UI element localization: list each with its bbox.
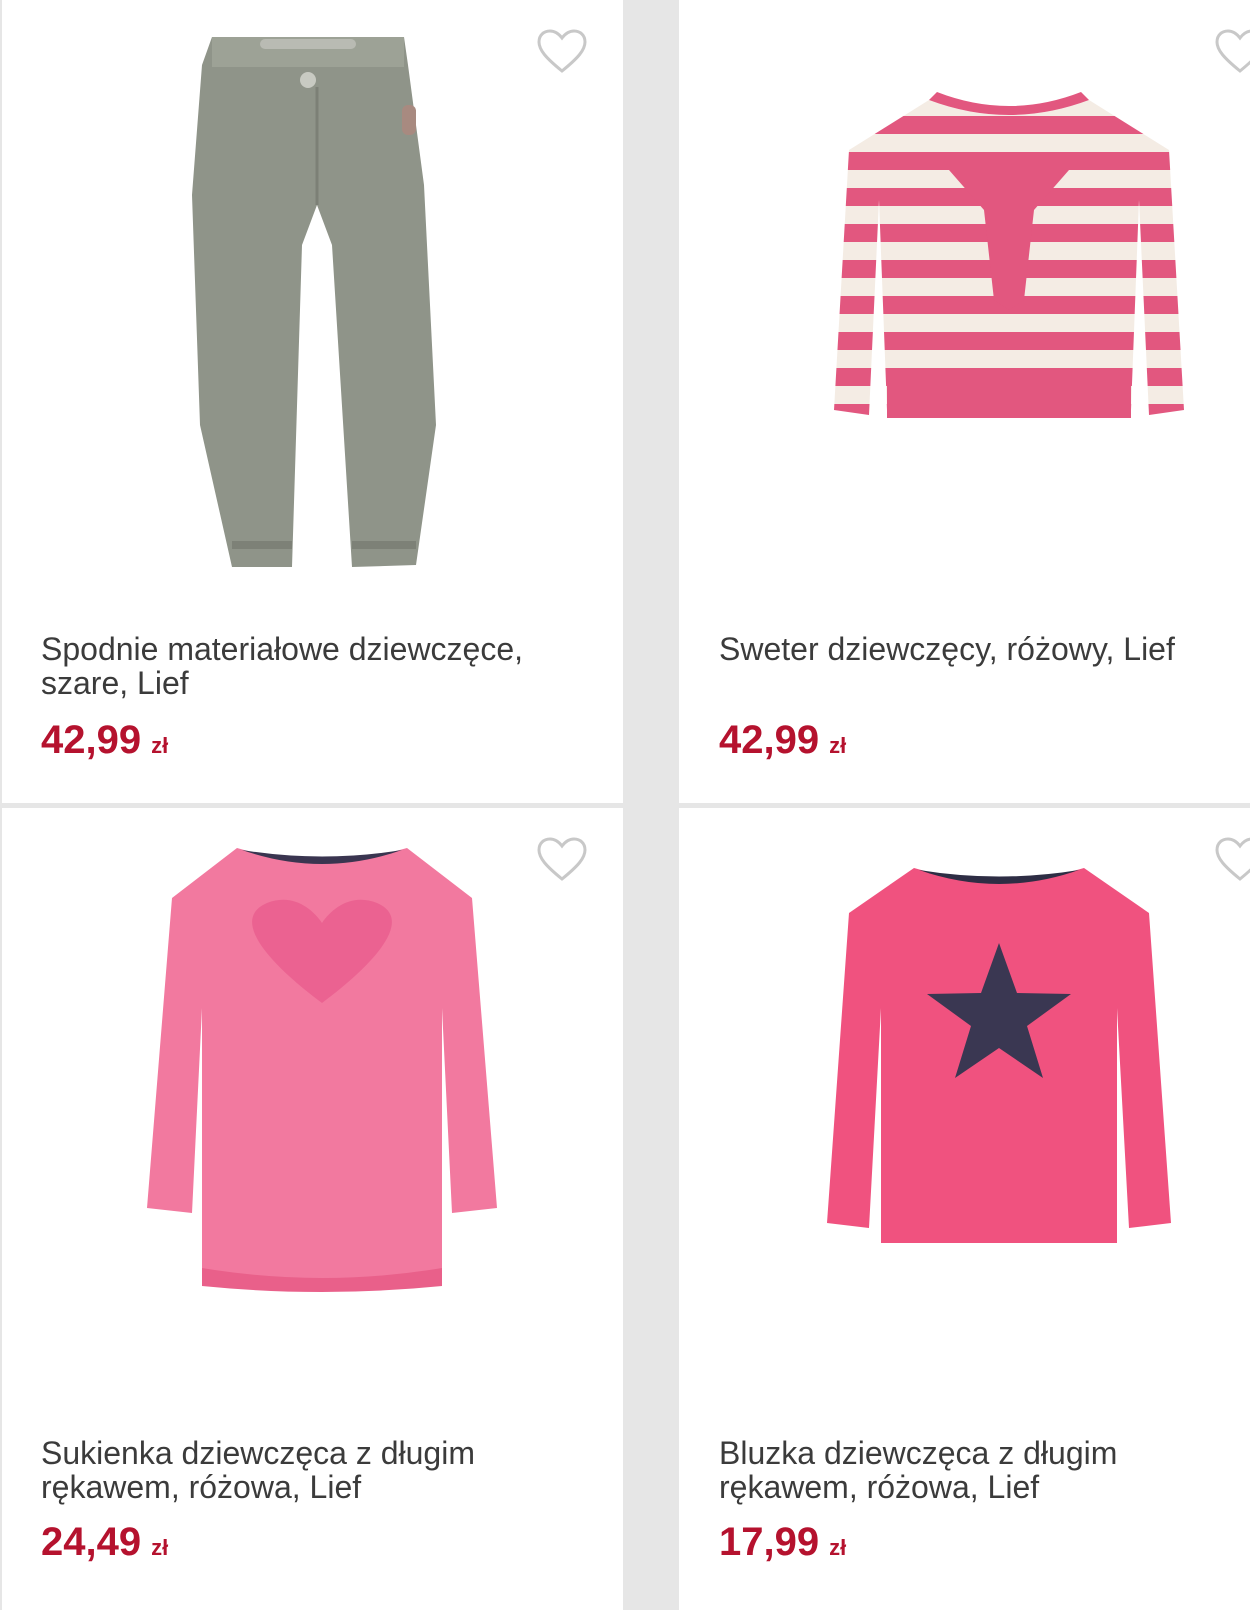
price-value: 42,99 bbox=[719, 718, 820, 762]
product-card[interactable]: Sweter dziewczęcy, różowy, Lief 42,99 zł bbox=[679, 0, 1250, 803]
product-title[interactable]: Sukienka dziewczęca z długim rękawem, ró… bbox=[41, 1436, 571, 1504]
product-image-sweater[interactable] bbox=[819, 80, 1199, 460]
price-currency: zł bbox=[151, 1535, 169, 1560]
heart-outline-icon[interactable] bbox=[1214, 28, 1250, 76]
price-value: 17,99 bbox=[719, 1520, 820, 1564]
price-value: 24,49 bbox=[41, 1520, 142, 1564]
product-image-dress[interactable] bbox=[122, 838, 522, 1298]
product-title[interactable]: Spodnie materiałowe dziewczęce, szare, L… bbox=[41, 632, 571, 700]
product-price: 42,99 zł bbox=[41, 718, 168, 768]
product-image-trousers[interactable] bbox=[172, 25, 462, 590]
product-card[interactable]: Sukienka dziewczęca z długim rękawem, ró… bbox=[2, 808, 623, 1610]
price-currency: zł bbox=[829, 733, 847, 758]
product-title[interactable]: Bluzka dziewczęca z długim rękawem, różo… bbox=[719, 1436, 1249, 1504]
product-title[interactable]: Sweter dziewczęcy, różowy, Lief bbox=[719, 632, 1249, 666]
heart-outline-icon[interactable] bbox=[536, 28, 588, 76]
product-price: 24,49 zł bbox=[41, 1520, 168, 1570]
product-card[interactable]: Bluzka dziewczęca z długim rękawem, różo… bbox=[679, 808, 1250, 1610]
heart-outline-icon[interactable] bbox=[1214, 836, 1250, 884]
product-card[interactable]: Spodnie materiałowe dziewczęce, szare, L… bbox=[2, 0, 623, 803]
product-image-blouse[interactable] bbox=[799, 858, 1199, 1278]
price-value: 42,99 bbox=[41, 718, 142, 762]
product-price: 17,99 zł bbox=[719, 1520, 846, 1570]
price-currency: zł bbox=[829, 1535, 847, 1560]
heart-outline-icon[interactable] bbox=[536, 836, 588, 884]
price-currency: zł bbox=[151, 733, 169, 758]
product-price: 42,99 zł bbox=[719, 718, 846, 768]
